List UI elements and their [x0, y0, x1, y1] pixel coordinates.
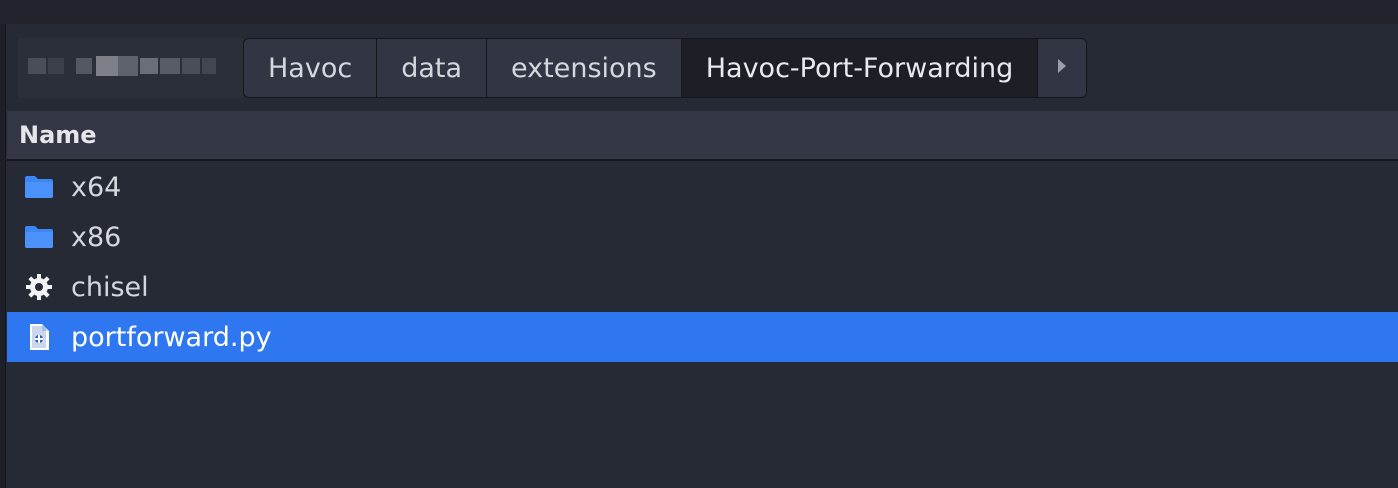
breadcrumb-havoc[interactable]: Havoc — [244, 39, 378, 97]
window-top-strip — [0, 0, 1398, 24]
list-item-label: chisel — [71, 271, 149, 303]
redacted-path-segment — [18, 38, 243, 98]
breadcrumb-havoc-port-forwarding[interactable]: Havoc-Port-Forwarding — [681, 39, 1039, 97]
executable-gear-icon — [23, 271, 55, 303]
folder-icon — [23, 171, 55, 203]
breadcrumb-data[interactable]: data — [377, 39, 488, 97]
path-bar: Havoc data extensions Havoc-Port-Forward… — [18, 38, 1088, 98]
python-script-icon — [23, 321, 55, 353]
column-header-label: Name — [19, 121, 97, 149]
list-item-selected[interactable]: portforward.py — [7, 312, 1398, 362]
list-item[interactable]: x64 — [7, 162, 1398, 212]
chevron-right-icon — [1056, 58, 1068, 79]
list-item-label: portforward.py — [71, 321, 272, 353]
column-header-name[interactable]: Name — [7, 111, 1398, 161]
breadcrumb: Havoc data extensions Havoc-Port-Forward… — [243, 38, 1088, 98]
file-list: x64 x86 chisel portforward.py — [7, 162, 1398, 362]
breadcrumb-extensions[interactable]: extensions — [487, 39, 682, 97]
breadcrumb-forward-button[interactable] — [1038, 39, 1087, 97]
list-item-label: x64 — [71, 171, 122, 203]
list-item[interactable]: chisel — [7, 262, 1398, 312]
list-item[interactable]: x86 — [7, 212, 1398, 262]
sidebar-edge — [0, 24, 6, 488]
list-item-label: x86 — [71, 221, 122, 253]
folder-icon — [23, 221, 55, 253]
file-manager-window: Havoc data extensions Havoc-Port-Forward… — [0, 0, 1398, 488]
